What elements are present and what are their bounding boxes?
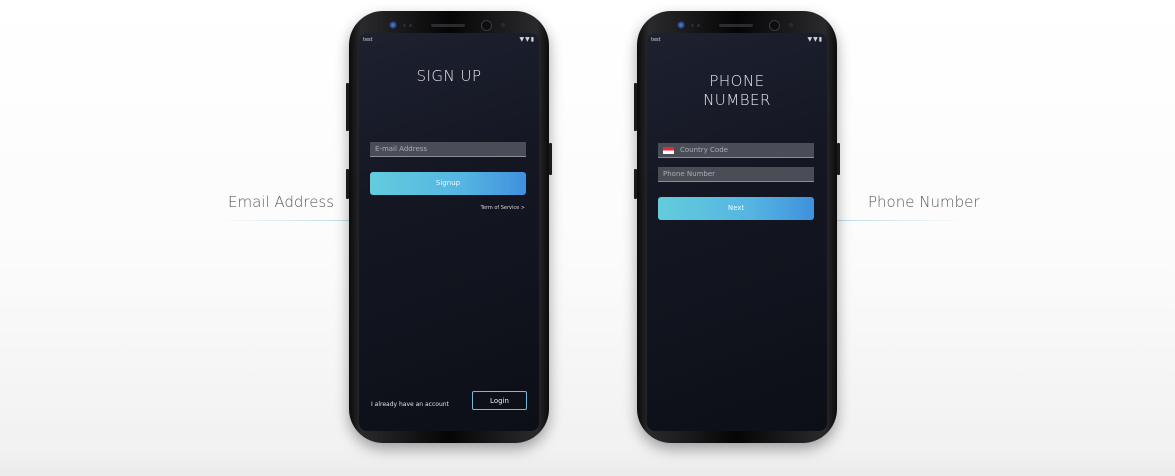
page-title-line-1: PHONE xyxy=(709,72,765,90)
status-bar: test ▼▼▮ xyxy=(363,36,535,46)
proximity-sensor xyxy=(789,23,793,27)
signup-screen: test ▼▼▮ SIGN UP E-mail Address Signup T… xyxy=(359,33,539,431)
speaker-grille xyxy=(431,24,465,27)
page-title-line-2: NUMBER xyxy=(703,91,771,109)
front-camera-icon xyxy=(481,20,492,31)
volume-button xyxy=(346,83,349,131)
next-button[interactable]: Next xyxy=(658,197,814,220)
status-icons: ▼▼▮ xyxy=(519,36,535,43)
page-title: SIGN UP xyxy=(416,67,482,85)
camera-icon xyxy=(389,21,397,29)
terms-of-service-link[interactable]: Term of Service > xyxy=(481,205,525,211)
phone-mockup-phone-number: test ▼▼▮ PHONE NUMBER Country Code Phone… xyxy=(634,11,840,443)
power-button xyxy=(549,143,552,175)
phone-number-input[interactable]: Phone Number xyxy=(658,167,814,182)
bixby-button xyxy=(346,169,349,199)
phone-mockup-signup: test ▼▼▮ SIGN UP E-mail Address Signup T… xyxy=(346,11,552,443)
phone-top-bezel xyxy=(371,18,527,32)
floor-shadow xyxy=(0,448,1175,476)
signup-button[interactable]: Signup xyxy=(370,172,526,195)
login-button[interactable]: Login xyxy=(472,391,527,410)
singapore-flag-icon xyxy=(663,146,674,154)
phone-top-bezel xyxy=(659,18,815,32)
already-have-account-text: I already have an account xyxy=(371,401,449,408)
sensor-dot xyxy=(697,24,700,27)
camera-icon xyxy=(677,21,685,29)
status-bar: test ▼▼▮ xyxy=(651,36,823,46)
bixby-button xyxy=(634,169,637,199)
country-code-input[interactable]: Country Code xyxy=(658,143,814,158)
country-code-placeholder: Country Code xyxy=(680,146,728,154)
sensor-dot xyxy=(403,24,406,27)
phone-number-screen: test ▼▼▮ PHONE NUMBER Country Code Phone… xyxy=(647,33,827,431)
sensor-dot xyxy=(691,24,694,27)
page-title: PHONE NUMBER xyxy=(647,72,827,110)
email-input[interactable]: E-mail Address xyxy=(370,142,526,157)
volume-button xyxy=(634,83,637,131)
status-icons: ▼▼▮ xyxy=(807,36,823,43)
speaker-grille xyxy=(719,24,753,27)
email-address-label-line xyxy=(218,220,350,221)
status-time: test xyxy=(651,37,661,43)
sensor-dot xyxy=(409,24,412,27)
phone-number-label-line xyxy=(836,220,966,221)
proximity-sensor xyxy=(501,23,505,27)
status-time: test xyxy=(363,37,373,43)
power-button xyxy=(837,143,840,175)
email-address-label: Email Address xyxy=(228,193,335,211)
front-camera-icon xyxy=(769,20,780,31)
phone-number-label: Phone Number xyxy=(868,193,980,211)
